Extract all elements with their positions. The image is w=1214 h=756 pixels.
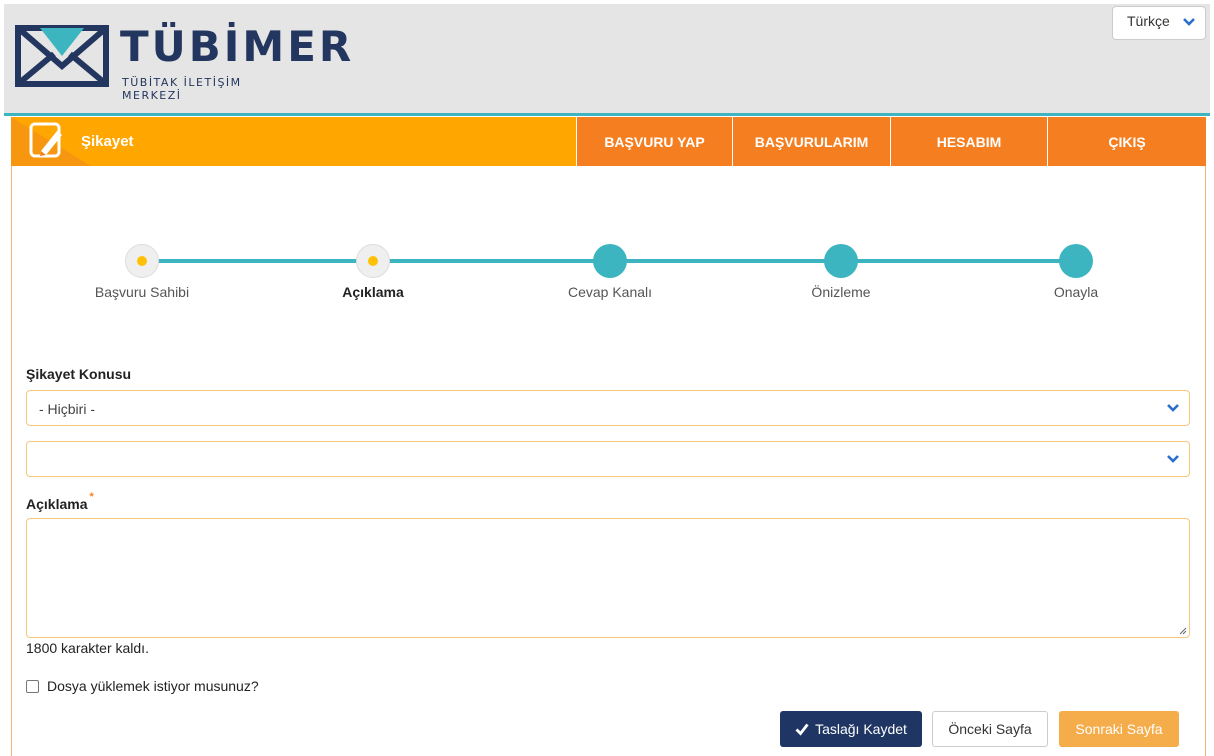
step-dot-onayla [1059,244,1093,278]
char-count: 1800 karakter kaldı. [26,640,149,656]
save-draft-label: Taslağı Kaydet [815,721,907,737]
topic-select-value: - Hiçbiri - [39,401,95,417]
topic-select[interactable]: - Hiçbiri - [26,390,1190,426]
upload-label: Dosya yüklemek istiyor musunuz? [47,678,259,694]
step-label-onayla: Onayla [1053,284,1099,300]
header-divider [4,113,1210,116]
chevron-down-icon [1167,455,1179,463]
edit-document-icon [29,122,62,158]
language-select[interactable]: Türkçe [1112,6,1206,40]
nav-item-basvurularim[interactable]: BAŞVURULARIM [732,117,890,166]
step-label-aciklama: Açıklama [342,284,404,300]
step-label-cevap-kanali: Cevap Kanalı [567,284,653,300]
step-dot-basvuru-sahibi [125,244,159,278]
subtopic-select[interactable] [26,441,1190,477]
language-select-value: Türkçe [1127,13,1170,29]
previous-page-button[interactable]: Önceki Sayfa [932,711,1048,747]
nav-item-cikis[interactable]: ÇIKIŞ [1047,117,1206,166]
step-dot-aciklama [356,244,390,278]
nav-item-hesabim[interactable]: HESABIM [890,117,1047,166]
step-label-onizleme: Önizleme [811,284,871,300]
resize-handle-icon[interactable] [1179,627,1187,635]
step-dot-cevap-kanali [593,244,627,278]
upload-checkbox[interactable] [26,679,39,693]
description-textarea[interactable] [26,518,1190,638]
required-marker: * [89,491,94,503]
main-nav: Şikayet BAŞVURU YAP BAŞVURULARIM HESABIM… [11,117,1206,166]
upload-option[interactable]: Dosya yüklemek istiyor musunuz? [26,678,259,694]
envelope-logo-icon [15,25,109,87]
chevron-down-icon [1167,404,1179,412]
brand-name: TÜBİMER [120,22,355,71]
brand-subtitle: TÜBİTAK İLETİŞİM MERKEZİ [122,76,242,102]
nav-item-basvuru-yap[interactable]: BAŞVURU YAP [576,117,732,166]
brand-logo[interactable]: TÜBİMER TÜBİTAK İLETİŞİM MERKEZİ [14,14,351,102]
description-label: Açıklama * [26,491,94,512]
save-draft-button[interactable]: Taslağı Kaydet [780,711,922,747]
chevron-down-icon [1183,18,1195,26]
topic-label: Şikayet Konusu [26,366,132,382]
next-page-button[interactable]: Sonraki Sayfa [1059,711,1179,747]
step-dot-onizleme [824,244,858,278]
step-label-basvuru-sahibi: Başvuru Sahibi [94,284,190,300]
check-icon [795,723,809,736]
description-label-text: Açıklama [26,496,88,512]
page-title: Şikayet [81,133,134,150]
